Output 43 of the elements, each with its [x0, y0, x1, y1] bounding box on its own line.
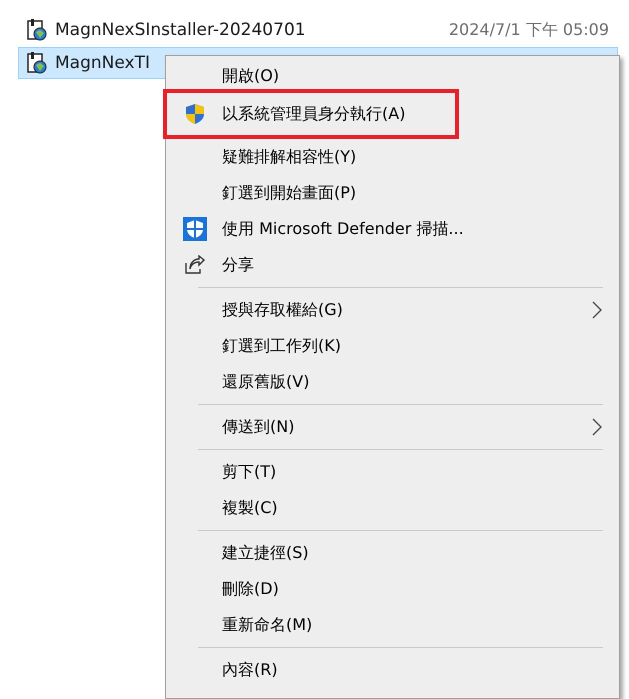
menu-item[interactable]: 分享: [168, 247, 617, 283]
chevron-right-icon: [591, 418, 603, 436]
menu-item-label: 還原舊版(V): [222, 372, 310, 392]
menu-item-label: 複製(C): [222, 498, 278, 518]
menu-item[interactable]: 開啟(O): [168, 63, 617, 89]
menu-item[interactable]: 建立捷徑(S): [168, 535, 617, 571]
menu-item[interactable]: 內容(R): [168, 652, 617, 688]
file-date: 2024/7/1 下午 05:09: [448, 20, 609, 40]
installer-icon: [25, 18, 49, 42]
menu-item-label: 以系統管理員身分執行(A): [222, 104, 406, 124]
menu-item[interactable]: 使用 Microsoft Defender 掃描...: [168, 211, 617, 247]
menu-item-label: 授與存取權給(G): [222, 300, 343, 320]
menu-item[interactable]: 授與存取權給(G): [168, 292, 617, 328]
menu-item[interactable]: 剪下(T): [168, 454, 617, 490]
menu-item[interactable]: 重新命名(M): [168, 607, 617, 643]
menu-item-label: 分享: [222, 254, 254, 276]
menu-item[interactable]: 疑難排解相容性(Y): [168, 139, 617, 175]
menu-item-label: 使用 Microsoft Defender 掃描...: [222, 218, 464, 240]
menu-item-label: 建立捷徑(S): [222, 542, 309, 564]
menu-item[interactable]: 刪除(D): [168, 571, 617, 607]
menu-item-label: 刪除(D): [222, 578, 279, 600]
menu-item-label: 內容(R): [222, 660, 278, 680]
menu-item[interactable]: 複製(C): [168, 490, 617, 526]
menu-item[interactable]: 釘選到開始畫面(P): [168, 175, 617, 211]
menu-item-label: 開啟(O): [222, 66, 280, 86]
menu-item[interactable]: 傳送到(N): [168, 409, 617, 445]
menu-item-label: 釘選到開始畫面(P): [222, 182, 356, 204]
shield-icon: [183, 217, 207, 241]
file-row[interactable]: MagnNexSInstaller-20240701 2024/7/1 下午 05:09: [18, 14, 618, 46]
chevron-right-icon: [591, 301, 603, 319]
menu-item-label: 重新命名(M): [222, 614, 312, 636]
file-name: MagnNexSInstaller-20240701: [55, 20, 307, 40]
file-name: MagnNexTI: [55, 53, 151, 73]
menu-item[interactable]: 還原舊版(V): [168, 364, 617, 400]
menu-item-label: 剪下(T): [222, 462, 276, 482]
menu-item-label: 釘選到工作列(K): [222, 336, 341, 356]
shield-icon: [185, 103, 205, 125]
share-icon: [184, 255, 206, 275]
menu-item[interactable]: 釘選到工作列(K): [168, 328, 617, 364]
menu-item[interactable]: 以系統管理員身分執行(A): [167, 93, 455, 135]
installer-icon: [25, 51, 49, 75]
menu-item-label: 疑難排解相容性(Y): [222, 146, 356, 168]
menu-item-label: 傳送到(N): [222, 416, 294, 438]
